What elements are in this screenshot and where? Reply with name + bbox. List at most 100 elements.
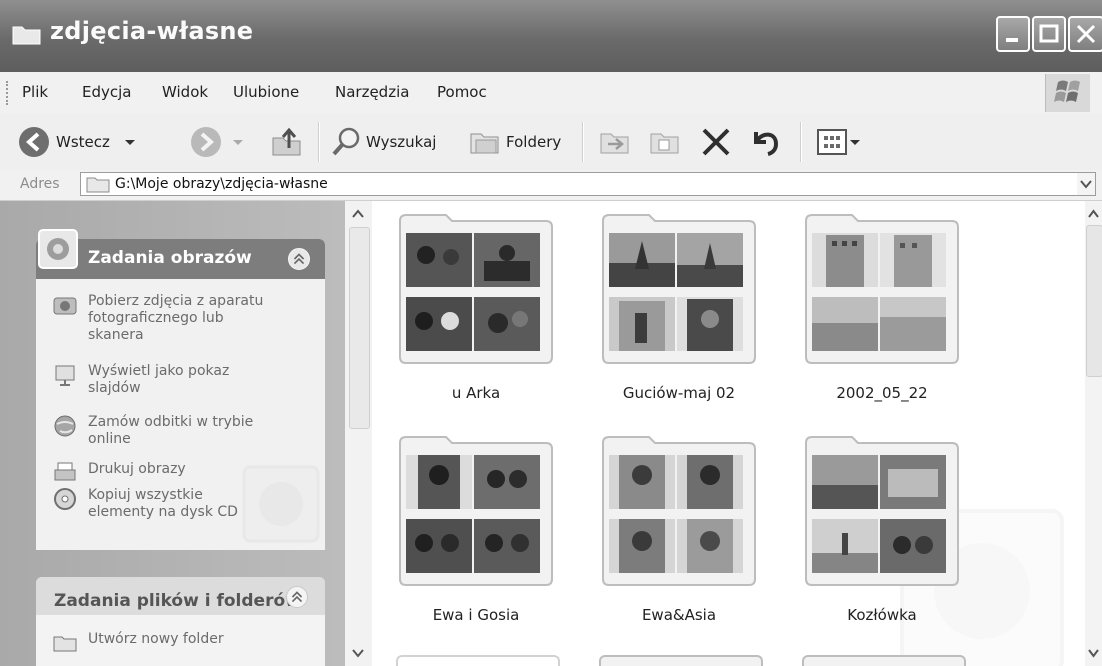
picture-tasks-header[interactable]: Zadania obrazów bbox=[36, 229, 325, 279]
copy-to-icon bbox=[650, 133, 679, 154]
task-pane-scrollbar[interactable] bbox=[345, 201, 372, 666]
task-new-folder[interactable]: Utwórz nowy folder bbox=[52, 631, 224, 655]
scroll-up-icon[interactable] bbox=[1085, 203, 1102, 225]
task-order-prints[interactable]: Zamów odbitki w trybie online bbox=[52, 414, 253, 448]
scroll-down-icon[interactable] bbox=[1085, 642, 1102, 664]
views-button[interactable] bbox=[816, 126, 862, 158]
photo-thumbnail bbox=[474, 519, 540, 573]
menu-plik[interactable]: Plik bbox=[22, 83, 48, 101]
menu-bar: Plik Edycja Widok Ulubione Narzędzia Pom… bbox=[0, 72, 1102, 115]
task-import-camera[interactable]: Pobierz zdjęcia z aparatu fotograficzneg… bbox=[52, 293, 263, 344]
photo-thumbnail bbox=[812, 455, 878, 509]
folder-label[interactable]: 2002_05_22 bbox=[782, 384, 982, 402]
photo-thumbnail bbox=[812, 297, 878, 351]
up-button[interactable] bbox=[270, 126, 304, 158]
photo-thumbnail bbox=[609, 455, 675, 509]
folder-ewa-asia[interactable] bbox=[599, 433, 759, 593]
copy-to-button[interactable] bbox=[648, 126, 682, 158]
scroll-down-icon[interactable] bbox=[345, 642, 372, 664]
minimize-button[interactable] bbox=[996, 16, 1030, 52]
folder-partial[interactable] bbox=[396, 655, 560, 666]
back-arrow-icon bbox=[19, 127, 49, 157]
collapse-icon[interactable] bbox=[288, 248, 310, 270]
move-to-button[interactable] bbox=[598, 126, 632, 158]
toolbar-separator bbox=[582, 122, 584, 162]
folder-ewa-i-gosia[interactable] bbox=[396, 433, 556, 593]
photo-thumbnail bbox=[880, 455, 946, 509]
search-button[interactable]: Wyszukaj bbox=[330, 126, 436, 158]
folder-2002-05-22[interactable] bbox=[802, 211, 962, 371]
photo-thumbnail bbox=[880, 297, 946, 351]
photo-thumbnail bbox=[406, 519, 472, 573]
photo-thumbnail bbox=[812, 233, 878, 287]
photo-thumbnail bbox=[406, 455, 472, 509]
photo-thumbnail bbox=[880, 519, 946, 573]
address-path: G:\Moje obrazy\zdjęcia-własne bbox=[115, 176, 328, 192]
task-slideshow-label: Wyświetl jako pokaz slajdów bbox=[88, 363, 230, 396]
folder-label[interactable]: Ewa&Asia bbox=[579, 606, 779, 624]
collapse-icon[interactable] bbox=[286, 586, 308, 608]
folder-label[interactable]: u Arka bbox=[376, 384, 576, 402]
back-dropdown-icon bbox=[124, 140, 135, 145]
toolbar-separator bbox=[800, 122, 802, 162]
back-button[interactable]: Wstecz bbox=[18, 126, 140, 158]
menu-widok[interactable]: Widok bbox=[162, 83, 208, 101]
folder-u-arka[interactable] bbox=[396, 211, 556, 371]
address-bar: Adres G:\Moje obrazy\zdjęcia-własne bbox=[0, 170, 1102, 201]
folder-partial[interactable] bbox=[802, 655, 966, 666]
folder-label[interactable]: Guciów-maj 02 bbox=[579, 384, 779, 402]
windows-flag-icon bbox=[1054, 80, 1080, 102]
menu-pomoc[interactable]: Pomoc bbox=[437, 83, 487, 101]
folder-label[interactable]: Ewa i Gosia bbox=[376, 606, 576, 624]
photo-thumbnail bbox=[609, 519, 675, 573]
address-folder-icon bbox=[86, 177, 110, 193]
undo-icon bbox=[754, 132, 779, 156]
back-label: Wstecz bbox=[56, 133, 110, 151]
task-copy-cd[interactable]: Kopiuj wszystkie elementy na dysk CD bbox=[52, 487, 238, 521]
folder-partial[interactable] bbox=[599, 655, 763, 666]
address-label: Adres bbox=[20, 176, 60, 192]
task-slideshow[interactable]: Wyświetl jako pokaz slajdów bbox=[52, 363, 229, 397]
views-grid-icon bbox=[817, 129, 847, 155]
windows-logo bbox=[1045, 74, 1090, 112]
menu-ulubione[interactable]: Ulubione bbox=[233, 83, 299, 101]
forward-button[interactable] bbox=[190, 126, 248, 158]
print-icon bbox=[54, 462, 76, 481]
maximize-icon bbox=[1039, 24, 1059, 43]
delete-button[interactable] bbox=[700, 126, 732, 158]
file-tasks-header[interactable]: Zadania plików i folderów bbox=[36, 577, 325, 615]
camera-icon bbox=[53, 297, 77, 315]
address-field[interactable]: G:\Moje obrazy\zdjęcia-własne bbox=[80, 172, 1096, 196]
file-tasks-title: Zadania plików i folderów bbox=[54, 591, 301, 611]
scroll-up-icon[interactable] bbox=[345, 203, 372, 225]
maximize-button[interactable] bbox=[1032, 16, 1066, 52]
folder-kozlowka[interactable] bbox=[802, 433, 962, 593]
scroll-thumb[interactable] bbox=[349, 227, 370, 429]
menu-narzedzia[interactable]: Narzędzia bbox=[335, 83, 409, 101]
address-dropdown-icon[interactable] bbox=[1077, 173, 1095, 195]
photo-thumbnail bbox=[677, 455, 743, 509]
menu-grip bbox=[6, 81, 11, 105]
picture-tasks-icon bbox=[38, 229, 78, 269]
picture-tasks-panel: Zadania obrazów Pobierz zdjęcia z aparat… bbox=[36, 229, 325, 550]
content-scrollbar[interactable] bbox=[1085, 201, 1102, 666]
task-print-label: Drukuj obrazy bbox=[88, 461, 186, 477]
title-bar[interactable]: zdjęcia-własne bbox=[0, 0, 1102, 72]
menu-edycja[interactable]: Edycja bbox=[82, 83, 131, 101]
search-label: Wyszukaj bbox=[366, 133, 437, 151]
views-dropdown-icon bbox=[850, 140, 860, 145]
folder-label[interactable]: Kozłówka bbox=[782, 606, 982, 624]
delete-icon bbox=[702, 128, 730, 156]
task-print[interactable]: Drukuj obrazy bbox=[52, 461, 186, 485]
toolbar-separator bbox=[318, 122, 320, 162]
explorer-window: zdjęcia-własne Plik Edycja Widok Ulubion… bbox=[0, 0, 1102, 666]
undo-button[interactable] bbox=[748, 126, 782, 158]
folders-button[interactable]: Foldery bbox=[468, 126, 561, 158]
folder-up-icon bbox=[272, 127, 301, 156]
scroll-thumb[interactable] bbox=[1086, 225, 1102, 377]
close-icon bbox=[1076, 24, 1096, 44]
close-button[interactable] bbox=[1068, 16, 1102, 52]
folder-guciow-maj-02[interactable] bbox=[599, 211, 759, 371]
slideshow-icon bbox=[55, 365, 75, 386]
folders-label: Foldery bbox=[506, 133, 562, 151]
